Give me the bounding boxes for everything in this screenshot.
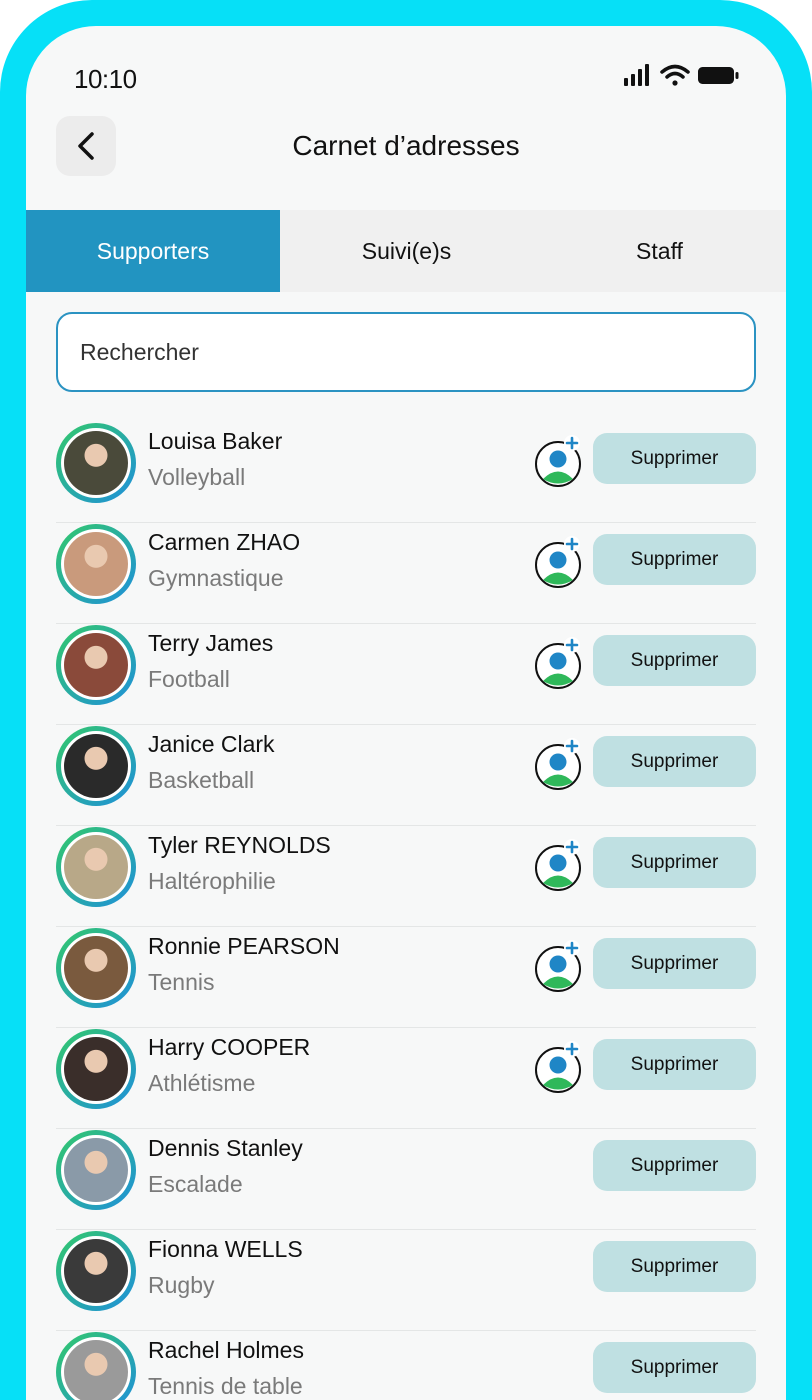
avatar-ring xyxy=(61,933,131,1003)
avatar-ring xyxy=(61,832,131,902)
avatar-photo xyxy=(64,835,128,899)
delete-button[interactable]: Supprimer xyxy=(593,736,756,787)
delete-button[interactable]: Supprimer xyxy=(593,1342,756,1393)
contact-row[interactable]: Terry James Football Supprimer xyxy=(26,624,786,725)
contact-row[interactable]: Tyler REYNOLDS Haltérophilie Supprimer xyxy=(26,826,786,927)
avatar-photo xyxy=(64,734,128,798)
avatar-photo xyxy=(64,532,128,596)
avatar[interactable] xyxy=(56,928,136,1008)
contact-sport: Gymnastique xyxy=(148,565,284,591)
delete-button[interactable]: Supprimer xyxy=(593,433,756,484)
delete-button[interactable]: Supprimer xyxy=(593,1039,756,1090)
search-input[interactable] xyxy=(78,337,734,367)
contact-row[interactable]: Louisa Baker Volleyball Supprimer xyxy=(26,422,786,523)
avatar[interactable] xyxy=(56,827,136,907)
signal-icon xyxy=(624,64,649,86)
add-user-icon[interactable] xyxy=(534,737,584,793)
avatar-photo xyxy=(64,1037,128,1101)
status-icons xyxy=(624,64,739,86)
add-user-icon[interactable] xyxy=(534,939,584,995)
avatar[interactable] xyxy=(56,1130,136,1210)
avatar-ring xyxy=(61,529,131,599)
status-time: 10:10 xyxy=(74,64,137,94)
contact-name: Tyler REYNOLDS xyxy=(148,832,331,858)
delete-button[interactable]: Supprimer xyxy=(593,1241,756,1292)
contact-sport: Tennis de table xyxy=(148,1373,303,1399)
avatar-photo xyxy=(64,1239,128,1303)
page-title: Carnet d’adresses xyxy=(292,130,520,161)
tab-supporters[interactable]: Supporters xyxy=(26,210,280,292)
contact-name: Louisa Baker xyxy=(148,428,283,454)
contact-name: Rachel Holmes xyxy=(148,1337,304,1363)
contact-name: Ronnie PEARSON xyxy=(148,933,340,959)
avatar-photo xyxy=(64,431,128,495)
avatar-ring xyxy=(61,1337,131,1400)
delete-button[interactable]: Supprimer xyxy=(593,938,756,989)
contact-row[interactable]: Fionna WELLS Rugby Supprimer xyxy=(26,1230,786,1331)
avatar[interactable] xyxy=(56,1231,136,1311)
contact-sport: Rugby xyxy=(148,1272,215,1298)
avatar-ring xyxy=(61,731,131,801)
avatar-ring xyxy=(61,1236,131,1306)
tab-suivis[interactable]: Suivi(e)s xyxy=(280,210,533,292)
delete-button[interactable]: Supprimer xyxy=(593,534,756,585)
contact-sport: Tennis xyxy=(148,969,215,995)
avatar-photo xyxy=(64,936,128,1000)
search-box xyxy=(56,312,756,392)
contact-row[interactable]: Janice Clark Basketball Supprimer xyxy=(26,725,786,826)
contact-name: Carmen ZHAO xyxy=(148,529,301,555)
contact-sport: Escalade xyxy=(148,1171,243,1197)
contact-name: Fionna WELLS xyxy=(148,1236,303,1262)
avatar-ring xyxy=(61,428,131,498)
add-user-icon[interactable] xyxy=(534,434,584,490)
avatar-photo xyxy=(64,633,128,697)
app-screen: 10:10 Carnet d’adresses Supporters Suivi… xyxy=(26,26,786,1400)
contact-sport: Basketball xyxy=(148,767,255,793)
avatar[interactable] xyxy=(56,1029,136,1109)
avatar-ring xyxy=(61,630,131,700)
avatar[interactable] xyxy=(56,524,136,604)
contact-row[interactable]: Ronnie PEARSON Tennis Supprimer xyxy=(26,927,786,1028)
avatar[interactable] xyxy=(56,625,136,705)
add-user-icon[interactable] xyxy=(534,838,584,894)
contact-row[interactable]: Rachel Holmes Tennis de table Supprimer xyxy=(26,1331,786,1400)
delete-button[interactable]: Supprimer xyxy=(593,1140,756,1191)
contact-sport: Athlétisme xyxy=(148,1070,256,1096)
tab-bar: Supporters Suivi(e)s Staff xyxy=(26,210,786,292)
contact-sport: Volleyball xyxy=(148,464,246,490)
header: Carnet d’adresses xyxy=(26,116,786,178)
avatar[interactable] xyxy=(56,1332,136,1400)
avatar[interactable] xyxy=(56,423,136,503)
avatar[interactable] xyxy=(56,726,136,806)
contact-row[interactable]: Dennis Stanley Escalade Supprimer xyxy=(26,1129,786,1230)
avatar-photo xyxy=(64,1138,128,1202)
tab-staff[interactable]: Staff xyxy=(533,210,786,292)
contact-list: Louisa Baker Volleyball Supprimer Carmen ZH… xyxy=(26,422,786,1400)
add-user-icon[interactable] xyxy=(534,1040,584,1096)
add-user-icon[interactable] xyxy=(534,535,584,591)
battery-icon xyxy=(698,67,739,84)
avatar-ring xyxy=(61,1034,131,1104)
contact-name: Terry James xyxy=(148,630,274,656)
contact-row[interactable]: Carmen ZHAO Gymnastique Supprimer xyxy=(26,523,786,624)
add-user-icon[interactable] xyxy=(534,636,584,692)
contact-row[interactable]: Harry COOPER Athlétisme Supprimer xyxy=(26,1028,786,1129)
delete-button[interactable]: Supprimer xyxy=(593,635,756,686)
device-frame: 10:10 Carnet d’adresses Supporters Suivi… xyxy=(0,0,812,1400)
avatar-photo xyxy=(64,1340,128,1400)
contact-name: Janice Clark xyxy=(148,731,275,757)
delete-button[interactable]: Supprimer xyxy=(593,837,756,888)
contact-name: Dennis Stanley xyxy=(148,1135,303,1161)
contact-name: Harry COOPER xyxy=(148,1034,311,1060)
avatar-ring xyxy=(61,1135,131,1205)
contact-sport: Haltérophilie xyxy=(148,868,276,894)
wifi-icon xyxy=(660,64,690,86)
contact-sport: Football xyxy=(148,666,230,692)
